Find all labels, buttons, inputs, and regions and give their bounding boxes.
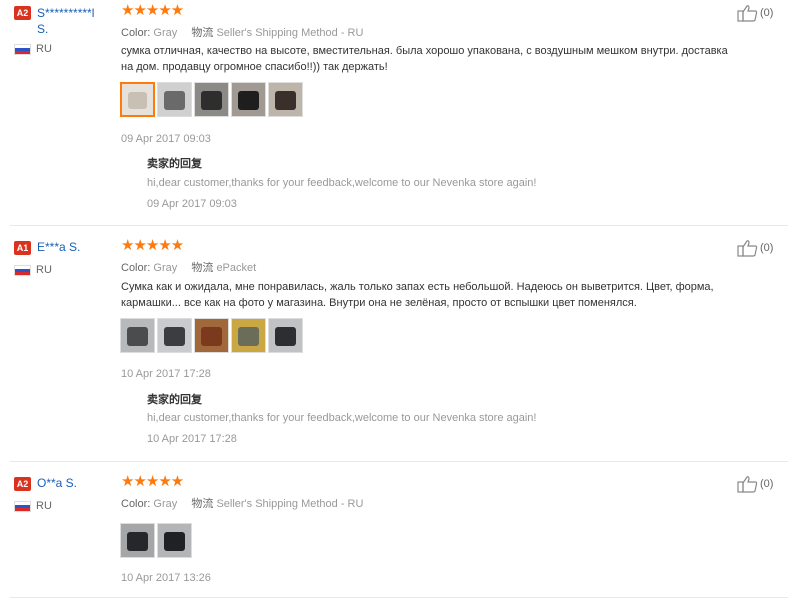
- russia-flag-icon: [14, 44, 31, 55]
- color-value: Gray: [153, 498, 178, 510]
- buyer-country: RU: [36, 43, 52, 55]
- buyer-name[interactable]: O**a S.: [37, 475, 77, 491]
- review-photo-thumbnail[interactable]: [268, 318, 303, 353]
- russia-flag-icon: [14, 265, 31, 276]
- review-photo-thumbnail[interactable]: [231, 318, 266, 353]
- review-divider: [10, 225, 788, 226]
- helpful-button[interactable]: (0): [737, 239, 787, 257]
- buyer-level-badge: A2: [14, 477, 31, 491]
- review-text-line: сумка отличная, качество на высоте, вмес…: [121, 45, 728, 57]
- review-text-line: на дом. продавцу огромное спасибо!!)) та…: [121, 61, 388, 73]
- review-photo-thumbnail[interactable]: [231, 82, 266, 117]
- review-text: Сумка как и ожидала, мне понравилась, жа…: [121, 279, 781, 311]
- review-photos: [120, 82, 305, 119]
- seller-reply-date: 10 Apr 2017 17:28: [147, 433, 237, 445]
- shipping-label: 物流: [191, 262, 214, 274]
- buyer-name-line: S**********l: [37, 6, 95, 20]
- shipping-label: 物流: [191, 27, 214, 39]
- review-photos: [120, 523, 194, 560]
- review-photo-thumbnail[interactable]: [120, 523, 155, 558]
- review-photo-thumbnail[interactable]: [268, 82, 303, 117]
- seller-reply-text: hi,dear customer,thanks for your feedbac…: [147, 177, 537, 189]
- buyer-name-line: S.: [37, 22, 49, 36]
- helpful-count: (0): [760, 242, 774, 254]
- review-photo-thumbnail[interactable]: [194, 82, 229, 117]
- seller-reply-text: hi,dear customer,thanks for your feedbac…: [147, 412, 537, 424]
- color-value: Gray: [153, 262, 178, 274]
- seller-reply-title: 卖家的回复: [147, 158, 202, 170]
- review-photo-thumbnail[interactable]: [194, 318, 229, 353]
- review-date: 09 Apr 2017 09:03: [121, 133, 211, 145]
- star-rating: ★★★★★: [121, 473, 184, 490]
- helpful-button[interactable]: (0): [737, 4, 787, 22]
- buyer-level-badge: A1: [14, 241, 31, 255]
- review-divider: [10, 597, 788, 598]
- buyer-name[interactable]: S**********l S.: [37, 5, 94, 37]
- helpful-button[interactable]: (0): [737, 475, 787, 493]
- seller-reply-title: 卖家的回复: [147, 394, 202, 406]
- color-value: Gray: [153, 27, 178, 39]
- thumbs-up-icon: [737, 476, 758, 493]
- helpful-count: (0): [760, 478, 774, 490]
- thumbs-up-icon: [737, 240, 758, 257]
- shipping-value: Seller's Shipping Method - RU: [216, 27, 364, 39]
- review-photo-thumbnail[interactable]: [157, 82, 192, 117]
- review-photo-thumbnail[interactable]: [120, 82, 155, 117]
- buyer-country: RU: [36, 500, 52, 512]
- review-photos: [120, 318, 305, 355]
- color-label: Color:: [121, 27, 151, 39]
- order-info: Color: Gray 物流 Seller's Shipping Method …: [121, 24, 363, 40]
- helpful-count: (0): [760, 7, 774, 19]
- seller-reply-date: 09 Apr 2017 09:03: [147, 198, 237, 210]
- review-text: сумка отличная, качество на высоте, вмес…: [121, 43, 781, 75]
- order-info: Color: Gray 物流 ePacket: [121, 259, 256, 275]
- review-date: 10 Apr 2017 17:28: [121, 368, 211, 380]
- review-photo-thumbnail[interactable]: [157, 523, 192, 558]
- star-rating: ★★★★★: [121, 2, 184, 19]
- shipping-value: Seller's Shipping Method - RU: [216, 498, 364, 510]
- shipping-label: 物流: [191, 498, 214, 510]
- buyer-country: RU: [36, 264, 52, 276]
- buyer-level-badge: A2: [14, 6, 31, 20]
- review-text-line: кармашки... все как на фото у магазина. …: [121, 297, 637, 309]
- buyer-name[interactable]: E***a S.: [37, 239, 80, 255]
- review-photo-thumbnail[interactable]: [157, 318, 192, 353]
- shipping-value: ePacket: [216, 262, 257, 274]
- thumbs-up-icon: [737, 5, 758, 22]
- color-label: Color:: [121, 262, 151, 274]
- order-info: Color: Gray 物流 Seller's Shipping Method …: [121, 495, 363, 511]
- review-photo-thumbnail[interactable]: [120, 318, 155, 353]
- review-divider: [10, 461, 788, 462]
- review-text-line: Сумка как и ожидала, мне понравилась, жа…: [121, 281, 714, 293]
- russia-flag-icon: [14, 501, 31, 512]
- star-rating: ★★★★★: [121, 237, 184, 254]
- color-label: Color:: [121, 498, 151, 510]
- review-date: 10 Apr 2017 13:26: [121, 572, 211, 584]
